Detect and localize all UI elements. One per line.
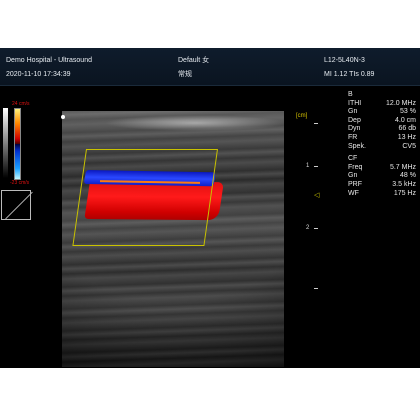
b-mode-params: ITHI 12.0 MHz Gn 53 % Dep 4.0 cm Dyn 66 db FR 13 … — [348, 100, 416, 152]
param-value: 5.7 MHz — [389, 163, 416, 171]
negative-velocity-gradient — [15, 144, 20, 179]
param-key: Freq — [348, 163, 363, 171]
param-row: ITHI 12.0 MHz — [348, 100, 416, 109]
param-row: Dyn 66 db — [348, 125, 416, 134]
focus-marker-icon[interactable]: ◁ — [314, 192, 319, 199]
param-value: 48 % — [400, 172, 416, 180]
depth-mark-1: 1 — [306, 163, 310, 169]
grayscale-bar — [3, 108, 8, 178]
param-value: CV5 — [402, 142, 416, 150]
param-key: Dep — [348, 116, 361, 124]
depth-tick — [314, 123, 318, 124]
param-key: WF — [348, 189, 359, 197]
header-bar: Demo Hospital - Ultrasound 2020-11-10 17… — [0, 48, 420, 86]
exam-type[interactable]: 常规 — [178, 71, 192, 78]
param-key: ITHI — [348, 99, 362, 107]
param-value: 13 Hz — [397, 133, 416, 141]
param-key: Dyn — [348, 125, 361, 133]
parameter-panel: B ITHI 12.0 MHz Gn 53 % Dep 4.0 cm Dyn 66 db FR 1… — [348, 91, 416, 198]
depth-mark-2: 2 — [306, 225, 310, 231]
depth-tick — [314, 288, 318, 289]
body-marker-thumbnail — [1, 190, 31, 220]
velocity-max-label: 24 cm/s — [12, 101, 30, 107]
institution-name: Demo Hospital - Ultrasound — [6, 57, 92, 64]
param-value: 53 % — [400, 108, 416, 116]
param-key: Gn — [348, 108, 358, 116]
cf-mode-title: CF — [348, 155, 358, 163]
param-key: Gn — [348, 172, 358, 180]
color-velocity-bar — [14, 108, 21, 180]
param-key: PRF — [348, 180, 362, 188]
param-row: Gn 53 % — [348, 108, 416, 117]
cf-mode-params: Freq 5.7 MHz Gn 48 % PRF 3.5 kHz WF 175 Hz — [348, 164, 416, 198]
param-value: 4.0 cm — [394, 116, 416, 124]
param-row: Spek. CV5 — [348, 143, 416, 152]
param-row: PRF 3.5 kHz — [348, 181, 416, 190]
param-row: FR 13 Hz — [348, 134, 416, 143]
preset-name[interactable]: Default 女 — [178, 57, 209, 64]
exam-datetime: 2020-11-10 17:34:39 — [6, 71, 71, 78]
param-row: Gn 48 % — [348, 172, 416, 181]
param-value: 66 db — [398, 125, 416, 133]
param-key: FR — [348, 133, 358, 141]
probe-name: L12-5L40N-3 — [324, 57, 365, 64]
param-value: 175 Hz — [393, 189, 416, 197]
param-key: Spek. — [348, 142, 366, 150]
positive-velocity-gradient — [15, 109, 20, 144]
depth-tick — [314, 166, 318, 167]
param-row: Dep 4.0 cm — [348, 117, 416, 126]
b-mode-title: B — [348, 91, 353, 98]
safety-indices: MI 1.12 TIs 0.89 — [324, 71, 375, 78]
color-roi-box[interactable] — [72, 149, 218, 246]
param-value: 3.5 kHz — [392, 180, 416, 188]
depth-tick — [314, 228, 318, 229]
orientation-marker — [61, 115, 65, 119]
depth-unit-label: [cm] — [296, 113, 308, 119]
param-value: 12.0 MHz — [386, 99, 416, 107]
velocity-min-label: -23 cm/s — [10, 180, 30, 186]
param-row: WF 175 Hz — [348, 190, 416, 199]
param-row: Freq 5.7 MHz — [348, 164, 416, 173]
